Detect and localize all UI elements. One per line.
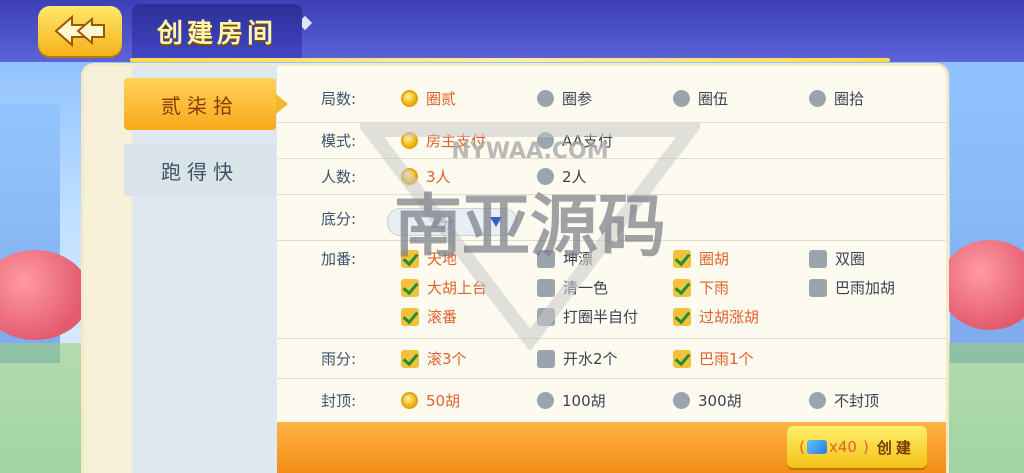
cap-row: 封顶: 50胡 100胡 300胡 不封顶 [277, 378, 946, 422]
create-room-button[interactable]: ( x40 ) 创建 [787, 426, 927, 468]
create-room-panel: 贰柒拾 跑得快 局数: 圈贰 圈参 圈伍 圈拾 模式: 房主支付 AA支付 人数… [84, 66, 946, 473]
radio-selected-icon [401, 392, 418, 409]
players-label: 人数: [321, 168, 357, 186]
players-row: 人数: 3人 2人 [277, 158, 946, 195]
checkbox-checked-icon [673, 249, 691, 268]
bonus-qingyise[interactable]: 清一色 [537, 277, 608, 298]
checkbox-icon [537, 349, 555, 368]
mode-option-aa[interactable]: AA支付 [537, 130, 613, 151]
radio-icon [537, 392, 554, 409]
players-option-3[interactable]: 3人 [401, 166, 451, 187]
base-row: 底分: [277, 194, 946, 241]
cap-option-50[interactable]: 50胡 [401, 390, 460, 411]
rounds-option-3[interactable]: 圈伍 [673, 88, 728, 109]
back-arrow-icon [54, 14, 105, 48]
settings-form: 局数: 圈贰 圈参 圈伍 圈拾 模式: 房主支付 AA支付 人数: 3人 2人 … [277, 66, 946, 426]
bonus-daquan[interactable]: 打圈半自付 [537, 306, 638, 327]
bonus-gunfan[interactable]: 滚番 [401, 306, 457, 327]
checkbox-checked-icon [673, 349, 691, 368]
bonus-dahu[interactable]: 大胡上台 [401, 277, 487, 298]
checkbox-icon [809, 249, 827, 268]
room-card-icon [807, 440, 827, 454]
rounds-option-4[interactable]: 圈拾 [809, 88, 864, 109]
checkbox-icon [537, 307, 555, 326]
page-title-text: 创建房间 [156, 18, 277, 49]
radio-selected-icon [401, 168, 418, 185]
checkbox-checked-icon [401, 349, 419, 368]
cost-paren-open: ( [799, 438, 805, 456]
rain-kaishui2[interactable]: 开水2个 [537, 348, 618, 369]
radio-icon [809, 392, 826, 409]
checkbox-checked-icon [401, 307, 419, 326]
dropdown-arrow-icon [490, 217, 502, 227]
tab-label: 贰柒拾 [161, 93, 239, 118]
bonus-row: 加番: 天地 坤漂 圈胡 双圈 大胡上台 清一色 下雨 巴雨加胡 滚番 打圈半自… [277, 240, 946, 339]
rounds-label: 局数: [321, 90, 357, 108]
cap-label: 封顶: [321, 392, 357, 410]
checkbox-icon [537, 278, 555, 297]
page-title: 创建房间 [132, 4, 302, 58]
back-button[interactable] [38, 6, 122, 56]
rounds-option-2[interactable]: 圈参 [537, 88, 592, 109]
bonus-shuangquan[interactable]: 双圈 [809, 248, 865, 269]
radio-icon [537, 90, 554, 107]
radio-icon [809, 90, 826, 107]
game-sidebar: 贰柒拾 跑得快 [84, 66, 288, 473]
rain-row: 雨分: 滚3个 开水2个 巴雨1个 [277, 338, 946, 379]
rounds-row: 局数: 圈贰 圈参 圈伍 圈拾 [277, 80, 946, 123]
bonus-label: 加番: [321, 250, 357, 268]
players-option-2[interactable]: 2人 [537, 166, 587, 187]
checkbox-checked-icon [673, 307, 691, 326]
bonus-tiandi[interactable]: 天地 [401, 248, 457, 269]
title-underline [130, 58, 890, 62]
radio-selected-icon [401, 132, 418, 149]
tab-label: 跑得快 [161, 159, 239, 184]
radio-icon [673, 90, 690, 107]
cap-option-100[interactable]: 100胡 [537, 390, 606, 411]
tab-game-paodekuai[interactable]: 跑得快 [124, 144, 276, 196]
mode-row: 模式: 房主支付 AA支付 [277, 122, 946, 159]
rain-bayu1[interactable]: 巴雨1个 [673, 348, 754, 369]
rounds-option-1[interactable]: 圈贰 [401, 88, 456, 109]
radio-selected-icon [401, 90, 418, 107]
radio-icon [673, 392, 690, 409]
cost-amount: x40 [829, 438, 857, 456]
bonus-xiayu[interactable]: 下雨 [673, 277, 729, 298]
bonus-quanhu[interactable]: 圈胡 [673, 248, 729, 269]
checkbox-icon [537, 249, 555, 268]
base-label: 底分: [321, 210, 357, 228]
cost-paren-close: ) [862, 438, 869, 456]
bonus-guohu[interactable]: 过胡涨胡 [673, 306, 759, 327]
checkbox-checked-icon [673, 278, 691, 297]
cap-option-none[interactable]: 不封顶 [809, 390, 879, 411]
cap-option-300[interactable]: 300胡 [673, 390, 742, 411]
bonus-bayujiahu[interactable]: 巴雨加胡 [809, 277, 895, 298]
base-score-value: 1分 [430, 213, 455, 232]
mode-option-owner[interactable]: 房主支付 [401, 130, 486, 151]
tab-game-27-10[interactable]: 贰柒拾 [124, 78, 288, 130]
bonus-kunpiao[interactable]: 坤漂 [537, 248, 593, 269]
checkbox-icon [809, 278, 827, 297]
create-button-label: 创建 [876, 438, 915, 457]
base-score-dropdown[interactable]: 1分 [387, 208, 517, 236]
checkbox-checked-icon [401, 278, 419, 297]
radio-icon [537, 132, 554, 149]
footer-bar: ( x40 ) 创建 [277, 422, 946, 473]
checkbox-checked-icon [401, 249, 419, 268]
rain-gun3[interactable]: 滚3个 [401, 348, 467, 369]
mode-label: 模式: [321, 132, 357, 150]
rain-label: 雨分: [321, 350, 357, 368]
radio-icon [537, 168, 554, 185]
